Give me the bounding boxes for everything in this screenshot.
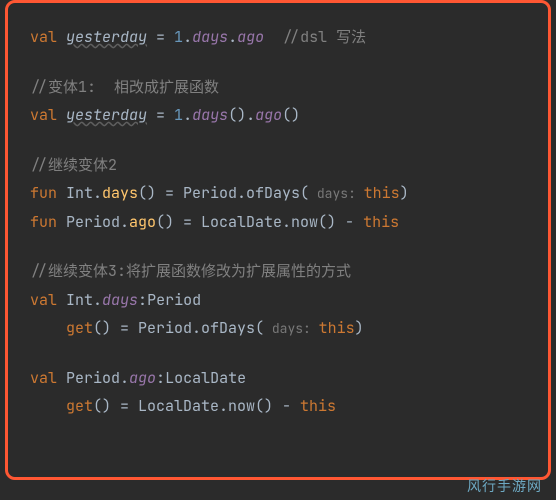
keyword-val: val [30, 290, 66, 310]
watermark-text: 风行手游网 [467, 476, 542, 496]
colon: : [138, 290, 147, 310]
type-period: Period [147, 290, 201, 310]
code-line-4: val yesterday = 1.days().ago() [30, 101, 530, 130]
keyword-val: val [30, 368, 66, 388]
comment-variant3: //继续变体3:将扩展函数修改为扩展属性的方式 [30, 261, 351, 281]
this-kw: this [364, 183, 400, 203]
code-line-8: fun Period.ago() = LocalDate.now() - thi… [30, 208, 530, 237]
var-yesterday: yesterday [66, 105, 147, 125]
comment-variant2: //继续变体2 [30, 155, 117, 175]
colon: : [156, 368, 165, 388]
sig: () = Period.ofDays( [138, 183, 309, 203]
code-line-12: get() = Period.ofDays( days: this) [30, 314, 530, 343]
code-line-1: val yesterday = 1.days.ago //dsl 写法 [30, 23, 530, 52]
var-yesterday: yesterday [66, 27, 147, 47]
this-kw: this [300, 396, 336, 416]
paren: (). [228, 105, 255, 125]
prop-days: days [102, 290, 138, 310]
code-line-6: //继续变体2 [30, 151, 530, 180]
keyword-val: val [30, 105, 66, 125]
equals: = [147, 105, 174, 125]
dot: . [183, 27, 192, 47]
sig: () = Period.ofDays( [93, 318, 264, 338]
code-line-7: fun Int.days() = Period.ofDays( days: th… [30, 179, 530, 208]
paren: () [282, 105, 300, 125]
receiver-period: Period. [66, 212, 129, 232]
fun-days: days [102, 183, 138, 203]
comment-variant1: //变体1: 相改成扩展函数 [30, 77, 219, 97]
blank-line [30, 52, 530, 73]
ext-ago: ago [237, 27, 264, 47]
blank-line [30, 236, 530, 257]
receiver-int: Int. [66, 290, 102, 310]
keyword-fun: fun [30, 183, 66, 203]
close-paren: ) [355, 318, 364, 338]
sig: () = LocalDate.now() - [93, 396, 300, 416]
fun-ago: ago [129, 212, 156, 232]
param-hint-days: days: [309, 185, 364, 202]
indent [30, 396, 66, 416]
comment-dsl: //dsl 写法 [282, 27, 366, 47]
call-ago: ago [255, 105, 282, 125]
receiver-period: Period. [66, 368, 129, 388]
code-line-3: //变体1: 相改成扩展函数 [30, 73, 530, 102]
blank-line [30, 343, 530, 364]
call-days: days [192, 105, 228, 125]
dot: . [228, 27, 237, 47]
code-line-10: //继续变体3:将扩展函数修改为扩展属性的方式 [30, 257, 530, 286]
code-line-11: val Int.days:Period [30, 286, 530, 315]
keyword-get: get [66, 396, 93, 416]
space [264, 27, 282, 47]
number-1: 1 [174, 27, 183, 47]
blank-line [30, 130, 530, 151]
this-kw: this [319, 318, 355, 338]
dot: . [183, 105, 192, 125]
indent [30, 318, 66, 338]
code-line-15: get() = LocalDate.now() - this [30, 392, 530, 421]
code-editor[interactable]: val yesterday = 1.days.ago //dsl 写法 //变体… [5, 0, 551, 480]
keyword-val: val [30, 27, 66, 47]
keyword-fun: fun [30, 212, 66, 232]
receiver-int: Int. [66, 183, 102, 203]
close-paren: ) [400, 183, 409, 203]
number-1: 1 [174, 105, 183, 125]
sig: () = LocalDate.now() - [156, 212, 363, 232]
type-localdate: LocalDate [165, 368, 246, 388]
ext-days: days [192, 27, 228, 47]
param-hint-days: days: [264, 320, 319, 337]
code-line-14: val Period.ago:LocalDate [30, 364, 530, 393]
prop-ago: ago [129, 368, 156, 388]
this-kw: this [363, 212, 399, 232]
keyword-get: get [66, 318, 93, 338]
equals: = [147, 27, 174, 47]
